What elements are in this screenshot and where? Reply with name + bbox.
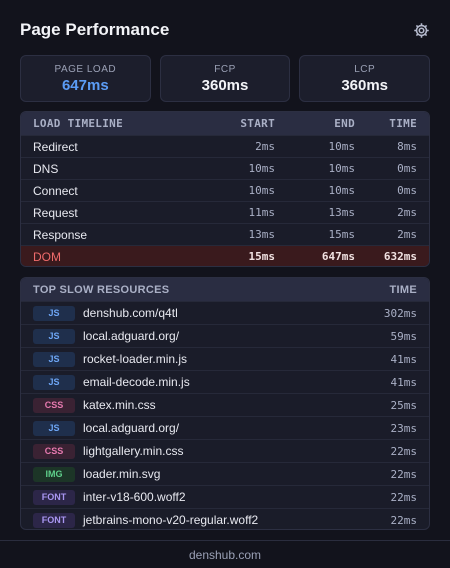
resource-name: inter-v18-600.woff2 — [83, 490, 186, 504]
timeline-end: 10ms — [328, 162, 356, 175]
table-row: Redirect 2ms 10ms 8ms — [21, 135, 429, 157]
metric-lcp: LCP 360ms — [299, 55, 431, 102]
list-item[interactable]: CSS katex.min.css 25ms — [21, 393, 429, 416]
resource-name: loader.min.svg — [83, 467, 161, 481]
footer-domain[interactable]: denshub.com — [189, 548, 261, 562]
table-row: Response 13ms 15ms 2ms — [21, 223, 429, 245]
column-header-load-timeline: LOAD TIMELINE — [33, 117, 123, 130]
resource-time: 41ms — [390, 375, 418, 389]
timeline-time: 2ms — [397, 206, 417, 219]
resource-name: rocket-loader.min.js — [83, 352, 188, 366]
column-header-time: TIME — [389, 283, 417, 296]
timeline-start: 11ms — [248, 206, 276, 219]
list-item[interactable]: IMG loader.min.svg 22ms — [21, 462, 429, 485]
resource-name: katex.min.css — [83, 398, 156, 412]
metric-label: FCP — [214, 63, 236, 75]
resource-type-badge: JS — [33, 420, 75, 436]
metric-label: LCP — [354, 63, 376, 75]
timeline-end: 647ms — [321, 250, 355, 263]
resource-type-badge: FONT — [33, 512, 75, 528]
timeline-time: 0ms — [397, 162, 417, 175]
timeline-time: 8ms — [397, 140, 417, 153]
timeline-phase: DOM — [33, 249, 61, 264]
timeline-time: 632ms — [383, 250, 417, 263]
resource-type-badge: FONT — [33, 489, 75, 505]
timeline-start: 13ms — [248, 228, 276, 241]
timeline-phase: Response — [33, 227, 88, 242]
header: Page Performance — [20, 18, 430, 42]
timeline-phase: Redirect — [33, 139, 78, 154]
list-item[interactable]: JS denshub.com/q4tl 302ms — [21, 301, 429, 324]
metric-value: 647ms — [61, 76, 109, 94]
timeline-end: 13ms — [328, 206, 356, 219]
timeline-phase: DNS — [33, 161, 59, 176]
table-header: TOP SLOW RESOURCES TIME — [21, 278, 429, 301]
metrics-row: PAGE LOAD 647ms FCP 360ms LCP 360ms — [20, 55, 431, 102]
timeline-start: 10ms — [248, 184, 276, 197]
slow-resources-table: TOP SLOW RESOURCES TIME JS denshub.com/q4… — [20, 277, 430, 530]
column-header-end: END — [334, 117, 355, 130]
footer: denshub.com — [0, 540, 450, 568]
column-header-top-slow-resources: TOP SLOW RESOURCES — [33, 283, 170, 296]
load-timeline-table: LOAD TIMELINE START END TIME Redirect 2ms… — [20, 111, 430, 267]
resource-name: denshub.com/q4tl — [83, 306, 178, 320]
timeline-phase: Connect — [33, 183, 78, 198]
resource-time: 25ms — [390, 398, 418, 412]
timeline-phase: Request — [33, 205, 78, 220]
table-row: DNS 10ms 10ms 0ms — [21, 157, 429, 179]
list-item[interactable]: FONT inter-v18-600.woff2 22ms — [21, 485, 429, 508]
resource-type-badge: JS — [33, 305, 75, 321]
metric-fcp: FCP 360ms — [159, 55, 291, 102]
resource-type-badge: CSS — [33, 443, 75, 459]
resource-time: 41ms — [390, 352, 418, 366]
table-row: Request 11ms 13ms 2ms — [21, 201, 429, 223]
gear-icon[interactable] — [412, 21, 430, 39]
table-row: DOM 15ms 647ms 632ms — [21, 245, 429, 266]
list-item[interactable]: CSS lightgallery.min.css 22ms — [21, 439, 429, 462]
table-row: Connect 10ms 10ms 0ms — [21, 179, 429, 201]
metric-value: 360ms — [341, 76, 389, 94]
resource-time: 22ms — [390, 467, 418, 481]
list-item[interactable]: JS rocket-loader.min.js 41ms — [21, 347, 429, 370]
resource-name: local.adguard.org/ — [83, 421, 180, 435]
resource-name: jetbrains-mono-v20-regular.woff2 — [83, 513, 259, 527]
timeline-end: 10ms — [328, 140, 356, 153]
resource-type-badge: JS — [33, 374, 75, 390]
table-header: LOAD TIMELINE START END TIME — [21, 112, 429, 135]
list-item[interactable]: JS email-decode.min.js 41ms — [21, 370, 429, 393]
resource-type-badge: CSS — [33, 397, 75, 413]
resource-type-badge: IMG — [33, 466, 75, 482]
metric-value: 360ms — [201, 76, 249, 94]
resource-time: 302ms — [383, 306, 417, 320]
timeline-end: 10ms — [328, 184, 356, 197]
timeline-end: 15ms — [328, 228, 356, 241]
list-item[interactable]: JS local.adguard.org/59ms — [21, 324, 429, 347]
resource-time: 23ms — [390, 421, 418, 435]
column-header-time: TIME — [389, 117, 417, 130]
resource-name: lightgallery.min.css — [83, 444, 184, 458]
resource-time: 22ms — [390, 513, 418, 527]
metric-label: PAGE LOAD — [54, 63, 117, 75]
timeline-start: 10ms — [248, 162, 276, 175]
metric-page-load: PAGE LOAD 647ms — [20, 55, 151, 102]
resource-time: 22ms — [390, 490, 418, 504]
resource-time: 22ms — [390, 444, 418, 458]
column-header-start: START — [240, 117, 275, 130]
page-title: Page Performance — [20, 20, 170, 39]
timeline-time: 2ms — [397, 228, 417, 241]
resource-name: local.adguard.org/ — [83, 329, 180, 343]
resource-type-badge: JS — [33, 328, 75, 344]
timeline-start: 15ms — [248, 250, 276, 263]
resource-type-badge: JS — [33, 351, 75, 367]
resource-time: 59ms — [390, 329, 418, 343]
timeline-start: 2ms — [255, 140, 275, 153]
timeline-time: 0ms — [397, 184, 417, 197]
resource-name: email-decode.min.js — [83, 375, 190, 389]
list-item[interactable]: JS local.adguard.org/23ms — [21, 416, 429, 439]
list-item[interactable]: FONT jetbrains-mono-v20-regular.woff2 22ms — [21, 508, 429, 529]
